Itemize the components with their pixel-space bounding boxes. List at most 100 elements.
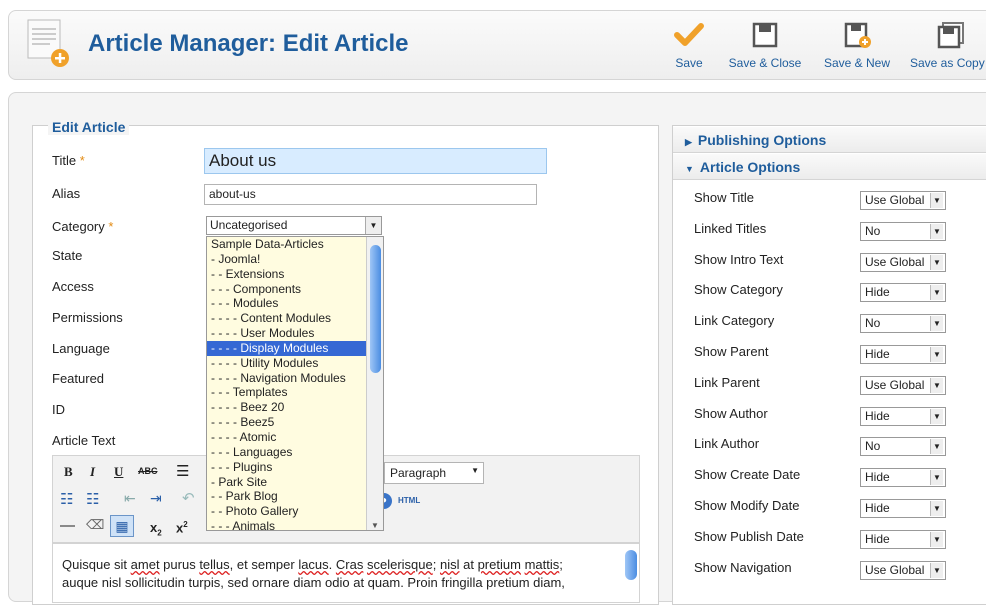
numbered-list-icon[interactable]: ☷ [86, 490, 99, 508]
option-select[interactable]: Use Global ▼ [860, 375, 946, 395]
caret-right-icon: ▶ [685, 137, 692, 147]
option-label: Show Parent [694, 344, 769, 359]
category-option[interactable]: - - - Components [207, 282, 383, 297]
editor-scroll-thumb[interactable] [624, 550, 637, 580]
option-select[interactable]: Use Global ▼ [860, 560, 946, 580]
underline-button[interactable]: U [114, 464, 123, 480]
category-option[interactable]: - - - - Content Modules [207, 311, 383, 326]
italic-button[interactable]: I [90, 464, 95, 480]
option-value: Use Global [865, 562, 925, 577]
option-label: Link Parent [694, 374, 760, 390]
indent-icon[interactable]: ⇥ [150, 490, 162, 507]
strikethrough-button[interactable]: ABC [138, 466, 158, 476]
category-option[interactable]: - - - - User Modules [207, 326, 383, 341]
category-option[interactable]: - - - Animals [207, 519, 383, 530]
option-label: Show Create Date [694, 467, 801, 483]
chevron-down-icon: ▼ [930, 470, 943, 486]
option-select[interactable]: Hide ▼ [860, 406, 946, 426]
category-label: Category * [52, 219, 114, 234]
horizontal-rule-icon[interactable]: — [60, 517, 75, 534]
category-option[interactable]: - - - Templates [207, 385, 383, 400]
option-select[interactable]: Hide ▼ [860, 345, 946, 364]
category-option[interactable]: - Park Site [207, 475, 383, 490]
undo-icon[interactable]: ↶ [182, 489, 195, 507]
category-option[interactable]: - - - Languages [207, 445, 383, 460]
option-select[interactable]: No ▼ [860, 314, 946, 334]
option-value: Hide [865, 347, 890, 361]
category-option[interactable]: - - - - Beez5 [207, 415, 383, 430]
category-option[interactable]: - - Photo Gallery [207, 504, 383, 519]
save-close-button[interactable]: Save & Close [723, 20, 807, 70]
category-option[interactable]: - - Extensions [207, 267, 383, 282]
category-list-scrollbar[interactable]: ▼ [366, 237, 383, 530]
format-select[interactable]: Paragraph ▼ [384, 462, 484, 484]
subscript-button[interactable]: x2 [150, 520, 162, 538]
option-select[interactable]: Hide ▼ [860, 499, 946, 518]
option-label: Show Modify Date [694, 498, 800, 513]
align-left-icon[interactable]: ☰ [176, 462, 189, 480]
html-button[interactable]: HTML [398, 496, 420, 505]
save-button[interactable]: Save [668, 20, 710, 70]
chevron-down-icon: ▼ [930, 531, 943, 547]
eraser-icon[interactable]: ⌫ [86, 517, 104, 533]
save-close-icon [752, 22, 778, 48]
option-label: Linked Titles [694, 220, 767, 236]
option-value: Hide [865, 285, 890, 300]
category-option[interactable]: - - - Plugins [207, 460, 383, 475]
category-option[interactable]: Sample Data-Articles [207, 237, 383, 252]
category-select[interactable]: Uncategorised ▼ [206, 216, 382, 235]
chevron-down-icon[interactable]: ▼ [365, 217, 381, 234]
editor-line-1: Quisque sit amet purus tellus, et semper… [62, 557, 563, 572]
category-scroll-thumb[interactable] [370, 245, 381, 373]
category-option[interactable]: - - - - Display Modules [207, 340, 383, 356]
option-value: No [865, 439, 881, 454]
option-value: Hide [865, 501, 890, 515]
category-option[interactable]: - - - - Atomic [207, 430, 383, 445]
outdent-icon[interactable]: ⇤ [124, 490, 136, 507]
save-new-label: Save & New [823, 56, 891, 70]
option-select[interactable]: Use Global ▼ [860, 252, 946, 272]
chevron-down-icon: ▼ [930, 501, 943, 516]
category-option[interactable]: - - - - Utility Modules [207, 356, 383, 371]
option-select[interactable]: No ▼ [860, 437, 946, 457]
category-option[interactable]: - - - - Beez 20 [207, 400, 383, 415]
option-label: Link Category [694, 313, 775, 329]
category-option[interactable]: - Joomla! [207, 252, 383, 267]
chevron-down-icon: ▼ [930, 347, 943, 362]
title-input[interactable]: About us [204, 148, 547, 174]
alias-label: Alias [52, 186, 81, 201]
alias-input[interactable]: about-us [204, 184, 537, 205]
article-add-icon [27, 19, 69, 67]
editor-text[interactable]: Quisque sit amet purus tellus, et semper… [62, 556, 622, 592]
id-label: ID [52, 402, 65, 417]
bold-button[interactable]: B [64, 464, 73, 480]
option-select[interactable]: No ▼ [860, 221, 946, 241]
option-select[interactable]: Use Global ▼ [860, 191, 946, 210]
chevron-down-icon: ▼ [930, 285, 943, 301]
option-select[interactable]: Hide ▼ [860, 283, 946, 303]
chevron-down-icon: ▼ [930, 439, 943, 455]
chevron-down-icon: ▼ [930, 316, 943, 332]
option-label: Show Category [694, 282, 783, 298]
publishing-options-header[interactable]: ▶ Publishing Options [673, 127, 986, 153]
chevron-down-icon: ▼ [930, 377, 943, 393]
option-select[interactable]: Hide ▼ [860, 468, 946, 488]
save-copy-icon [937, 22, 964, 49]
option-select[interactable]: Hide ▼ [860, 529, 946, 549]
option-value: No [865, 223, 881, 238]
format-value: Paragraph [390, 466, 447, 480]
category-option[interactable]: - - Park Blog [207, 489, 383, 504]
option-label: Show Author [694, 405, 768, 421]
scroll-down-arrow-icon[interactable]: ▼ [371, 521, 379, 530]
article-options-header[interactable]: ▼ Article Options [673, 154, 986, 180]
superscript-button[interactable]: x2 [176, 520, 188, 535]
category-option[interactable]: - - - Modules [207, 296, 383, 311]
category-option[interactable]: - - - - Navigation Modules [207, 371, 383, 386]
editor-scrollbar[interactable] [622, 548, 639, 588]
language-label: Language [52, 341, 110, 356]
save-new-button[interactable]: Save & New [818, 20, 896, 70]
save-copy-button[interactable]: Save as Copy [906, 20, 986, 70]
table-icon[interactable]: ▦ [110, 515, 134, 537]
option-label: Link Author [694, 436, 760, 452]
bullet-list-icon[interactable]: ☷ [60, 490, 73, 508]
